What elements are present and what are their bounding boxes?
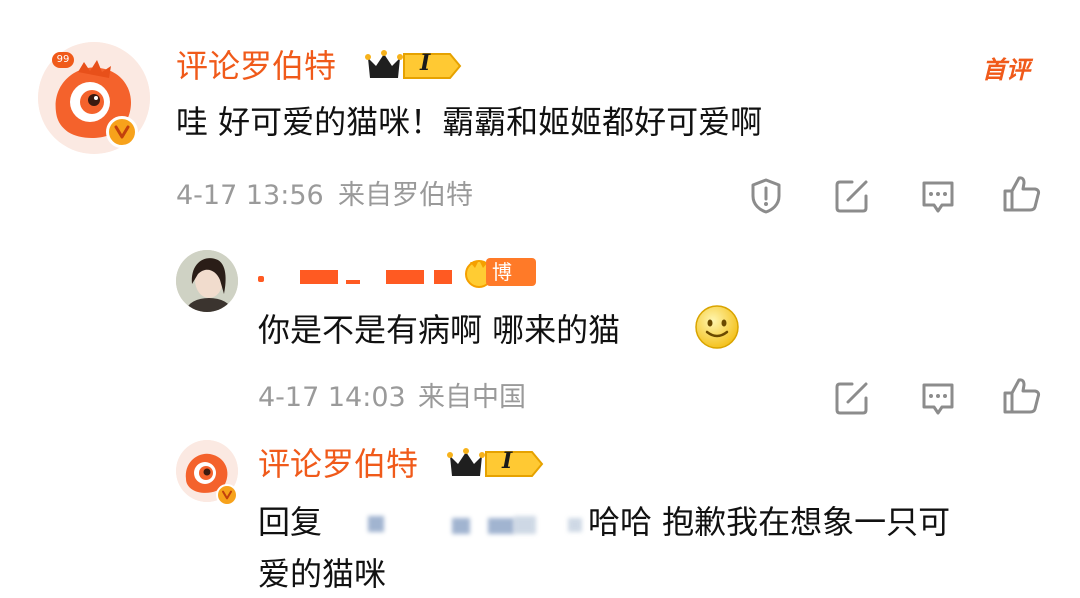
reply-prefix: 回复 bbox=[258, 503, 323, 541]
blurred-mention bbox=[368, 516, 384, 532]
share-icon bbox=[835, 382, 868, 415]
redacted-username bbox=[434, 270, 452, 284]
reply-text: 你是不是有病啊 哪来的猫 bbox=[258, 308, 620, 352]
share-button[interactable] bbox=[830, 174, 874, 218]
comment-button[interactable] bbox=[916, 174, 960, 218]
blogger-badge: 博主 bbox=[464, 256, 536, 312]
blogger-avatar[interactable] bbox=[176, 250, 238, 312]
level-badge-text: I bbox=[502, 448, 513, 474]
level-badge-text: I bbox=[420, 50, 431, 76]
redacted-username bbox=[386, 270, 424, 284]
blurred-mention bbox=[514, 516, 536, 534]
redacted-username bbox=[258, 276, 264, 282]
reply-time: 4-17 14:03 bbox=[258, 382, 406, 413]
blogger-avatar-image bbox=[176, 250, 238, 312]
share-icon bbox=[835, 180, 868, 213]
blogger-badge-label: 博主 bbox=[486, 258, 536, 312]
avatar-count-badge: 99 bbox=[52, 52, 74, 68]
reply-like-button[interactable] bbox=[1000, 374, 1044, 418]
redacted-username bbox=[300, 270, 338, 284]
reply-text-line1: 哈哈 抱歉我在想象一只可 bbox=[588, 503, 951, 541]
redacted-username bbox=[346, 280, 360, 284]
reply-text-line2: 爱的猫咪 bbox=[258, 555, 387, 593]
like-icon bbox=[1003, 176, 1041, 212]
level-badge[interactable]: I bbox=[364, 46, 462, 84]
reply-source: 来自中国 bbox=[418, 382, 526, 413]
reply-text-body: 你是不是有病啊 哪来的猫 bbox=[258, 311, 621, 349]
blurred-mention bbox=[568, 518, 582, 532]
reply-share-button[interactable] bbox=[830, 376, 874, 420]
report-button[interactable] bbox=[744, 174, 788, 218]
reply-username[interactable]: 评论罗伯特 bbox=[258, 444, 418, 484]
reply-comment-button[interactable] bbox=[916, 376, 960, 420]
like-button[interactable] bbox=[1000, 172, 1044, 216]
blurred-mention bbox=[488, 518, 514, 534]
verified-badge-icon bbox=[106, 116, 138, 148]
comment-icon bbox=[922, 383, 954, 415]
reply-level-badge[interactable]: I bbox=[446, 444, 544, 482]
comment-source: 来自罗伯特 bbox=[338, 180, 473, 211]
like-icon bbox=[1003, 378, 1041, 414]
comment-text: 哇 好可爱的猫咪！霸霸和姬姬都好可爱啊 bbox=[176, 103, 763, 141]
comment-time: 4-17 13:56 bbox=[176, 180, 324, 211]
crown-icon bbox=[447, 448, 544, 477]
blurred-mention bbox=[452, 518, 470, 534]
report-icon bbox=[751, 178, 781, 214]
first-comment-tag: 首评 bbox=[982, 56, 1030, 84]
smile-emoji-icon bbox=[694, 304, 740, 350]
comment-icon bbox=[922, 181, 954, 213]
username[interactable]: 评论罗伯特 bbox=[176, 46, 336, 86]
crown-icon bbox=[365, 50, 462, 79]
verified-badge-icon bbox=[216, 484, 238, 506]
